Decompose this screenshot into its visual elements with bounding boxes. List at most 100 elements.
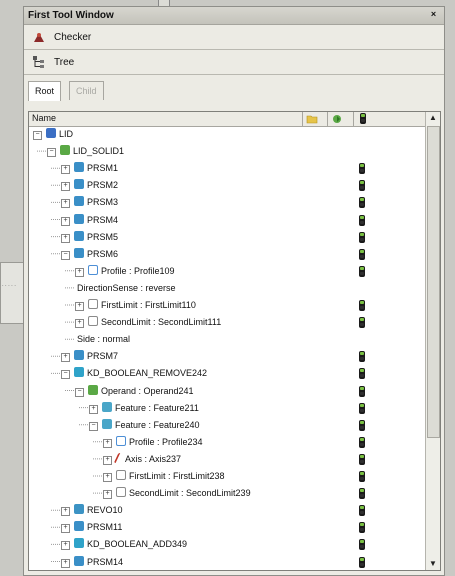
tree-item-label: FirstLimit : FirstLimit110 bbox=[101, 300, 196, 310]
expand-icon[interactable]: + bbox=[75, 267, 84, 277]
tree-item-label: Axis : Axis237 bbox=[125, 453, 182, 464]
prism-icon bbox=[74, 247, 84, 258]
tree-item[interactable]: − PRSM6 bbox=[61, 247, 118, 261]
tree-icon bbox=[33, 56, 44, 68]
tool-window: First Tool Window × Checker Tree Root Ch… bbox=[23, 6, 445, 576]
limit-icon bbox=[116, 487, 126, 498]
checker-button[interactable]: Checker bbox=[24, 25, 444, 50]
scroll-up-icon[interactable]: ▲ bbox=[427, 112, 439, 124]
tab-root[interactable]: Root bbox=[28, 81, 62, 101]
tree-item-label: Profile : Profile109 bbox=[101, 265, 175, 276]
prism-icon bbox=[74, 555, 84, 566]
collapse-icon[interactable]: − bbox=[33, 131, 42, 140]
status-light-icon bbox=[359, 248, 365, 260]
tree-item[interactable]: + PRSM2 bbox=[61, 178, 118, 192]
tree-item-label: Feature : Feature211 bbox=[115, 402, 199, 413]
expand-icon[interactable]: + bbox=[61, 524, 70, 534]
traffic-light-icon bbox=[360, 113, 366, 124]
column-status-header[interactable] bbox=[353, 112, 372, 126]
vertical-scrollbar[interactable]: ▲ ▼ bbox=[425, 112, 440, 570]
close-icon[interactable]: × bbox=[429, 10, 438, 19]
expand-icon[interactable]: + bbox=[61, 182, 70, 192]
status-light-icon bbox=[359, 539, 365, 551]
column-refresh-header[interactable] bbox=[327, 112, 346, 126]
expand-icon[interactable]: + bbox=[61, 233, 70, 243]
tree-item[interactable]: − Operand : Operand241 bbox=[75, 384, 194, 398]
expand-icon[interactable]: + bbox=[103, 438, 112, 448]
expand-icon[interactable]: + bbox=[103, 473, 112, 482]
expand-icon[interactable]: + bbox=[75, 319, 84, 329]
tree-item[interactable]: − Feature : Feature240 bbox=[89, 418, 200, 432]
tree-item[interactable]: DirectionSense : reverse bbox=[75, 281, 176, 295]
tree-item[interactable]: − KD_BOOLEAN_REMOVE242 bbox=[61, 366, 207, 380]
tree-item-label: PRSM3 bbox=[87, 197, 119, 208]
expand-icon[interactable]: + bbox=[103, 455, 112, 465]
tree-item[interactable]: − LID_SOLID1 bbox=[47, 144, 124, 158]
tree-item[interactable]: − LID bbox=[33, 127, 73, 141]
tree-label: Tree bbox=[54, 57, 75, 68]
tree-item[interactable]: + PRSM14 bbox=[61, 555, 123, 569]
prism-icon bbox=[74, 179, 84, 190]
collapse-icon[interactable]: − bbox=[61, 250, 70, 260]
tree-item-label: DirectionSense : reverse bbox=[77, 282, 176, 293]
tree-item[interactable]: + PRSM5 bbox=[61, 230, 118, 244]
collapse-icon[interactable]: − bbox=[61, 370, 70, 380]
scroll-down-icon[interactable]: ▼ bbox=[427, 558, 439, 570]
tree-item[interactable]: + PRSM7 bbox=[61, 349, 118, 363]
collapse-icon[interactable]: − bbox=[47, 148, 56, 158]
expand-icon[interactable]: + bbox=[75, 302, 84, 311]
status-light-icon bbox=[359, 419, 365, 431]
tree-item[interactable]: + SecondLimit : SecondLimit111 bbox=[75, 315, 221, 329]
tree-item-label: LID bbox=[59, 129, 74, 139]
background-panel-text: · · · · · bbox=[2, 283, 16, 289]
status-light-icon bbox=[359, 522, 365, 534]
tree-item[interactable]: + PRSM3 bbox=[61, 195, 118, 209]
expand-icon[interactable]: + bbox=[103, 490, 112, 500]
tree-item[interactable]: + Profile : Profile234 bbox=[103, 435, 203, 449]
column-folder-header[interactable] bbox=[302, 112, 321, 126]
prism-icon bbox=[74, 230, 84, 241]
feature-icon bbox=[102, 401, 112, 412]
tree-item[interactable]: + KD_BOOLEAN_ADD349 bbox=[61, 537, 187, 551]
expand-icon[interactable]: + bbox=[89, 404, 98, 414]
column-name-header[interactable]: Name bbox=[32, 113, 56, 123]
tree-button[interactable]: Tree bbox=[24, 50, 444, 75]
prism-icon bbox=[74, 196, 84, 207]
tree-item[interactable]: + PRSM4 bbox=[61, 213, 118, 227]
tree-item[interactable]: + Axis : Axis237 bbox=[103, 452, 181, 466]
tree-item[interactable]: + Feature : Feature211 bbox=[89, 401, 199, 415]
refresh-icon bbox=[333, 115, 341, 123]
tree-item-label: PRSM5 bbox=[87, 231, 119, 242]
tree-item-label: PRSM6 bbox=[87, 248, 119, 259]
collapse-icon[interactable]: − bbox=[89, 421, 98, 431]
collapse-icon[interactable]: − bbox=[75, 387, 84, 397]
status-light-icon bbox=[359, 300, 365, 311]
prism-icon bbox=[74, 213, 84, 224]
status-light-icon bbox=[359, 488, 365, 500]
status-light-icon bbox=[359, 436, 365, 448]
expand-icon[interactable]: + bbox=[61, 216, 70, 226]
tab-child[interactable]: Child bbox=[69, 81, 104, 100]
expand-icon[interactable]: + bbox=[61, 165, 70, 175]
expand-icon[interactable]: + bbox=[61, 507, 70, 517]
tree-item[interactable]: + FirstLimit : FirstLimit110 bbox=[75, 298, 196, 312]
tree-item[interactable]: + Profile : Profile109 bbox=[75, 264, 175, 278]
prism-icon bbox=[74, 521, 84, 532]
tree-item[interactable]: + PRSM11 bbox=[61, 520, 122, 534]
expand-icon[interactable]: + bbox=[61, 199, 70, 209]
tree-item[interactable]: + SecondLimit : SecondLimit239 bbox=[103, 486, 251, 500]
status-light-icon bbox=[359, 265, 365, 277]
tree-item-label: REVO10 bbox=[87, 505, 123, 516]
window-titlebar[interactable]: First Tool Window × bbox=[24, 7, 444, 25]
scroll-thumb[interactable] bbox=[427, 126, 440, 438]
expand-icon[interactable]: + bbox=[61, 558, 70, 568]
part-icon bbox=[46, 128, 56, 138]
tree-item[interactable]: + REVO10 bbox=[61, 503, 123, 517]
tree-item-label: Profile : Profile234 bbox=[129, 436, 203, 447]
tree-item[interactable]: Side : normal bbox=[75, 332, 130, 346]
tree-item[interactable]: + PRSM1 bbox=[61, 161, 118, 175]
tree-item-label: KD_BOOLEAN_ADD349 bbox=[87, 539, 188, 550]
expand-icon[interactable]: + bbox=[61, 353, 70, 363]
expand-icon[interactable]: + bbox=[61, 541, 70, 551]
tree-item[interactable]: + FirstLimit : FirstLimit238 bbox=[103, 469, 225, 483]
